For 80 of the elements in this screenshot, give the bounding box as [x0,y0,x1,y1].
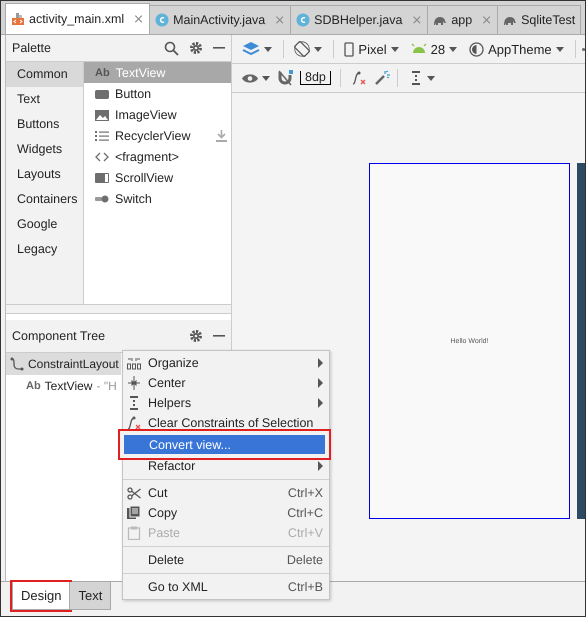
shortcut-label: Ctrl+V [288,526,323,540]
menu-item[interactable]: Center [123,373,329,393]
ab-icon: Ab [95,66,110,78]
settings-icon[interactable] [189,41,203,55]
theme-icon [469,42,484,56]
xml-file-icon [11,12,25,26]
tree-item-detail: - "H [96,379,117,393]
shortcut-label: Delete [286,553,323,567]
palette-category[interactable]: Text [6,87,83,112]
menu-item[interactable]: Helpers [123,393,329,413]
rotate-icon [294,41,310,57]
search-icon[interactable] [164,40,179,56]
helpers-icon [127,396,141,410]
clear-constraints-icon [127,416,141,430]
caret-icon [449,46,458,52]
palette-category[interactable]: Legacy [6,237,83,262]
settings-icon[interactable] [189,329,203,343]
palette-category[interactable]: Common [6,62,83,87]
shortcut-label: Ctrl+X [288,486,323,500]
panel-title: Component Tree [12,329,106,343]
tree-item[interactable]: Ab TextView - "H [6,375,121,397]
menu-item[interactable]: Go to XML Ctrl+B [123,577,329,597]
magnet-off-icon[interactable] [278,70,294,86]
caret-icon [390,46,399,52]
palette-item[interactable]: Switch [84,188,231,209]
palette-item[interactable]: ImageView [84,104,231,125]
phone-icon [344,42,354,56]
ab-icon: Ab [26,380,41,392]
image-icon [95,108,109,122]
submenu-arrow-icon [318,461,323,471]
palette-category[interactable]: Google [6,212,83,237]
caret-icon [262,76,270,80]
class-icon [155,13,170,27]
editor-tab[interactable]: Design [12,582,70,610]
file-tab[interactable]: SqliteTest [497,5,582,34]
palette-category[interactable]: Containers [6,187,83,212]
tree-item[interactable]: ConstraintLayout [6,353,121,375]
android-icon [410,43,427,55]
device-button[interactable]: Pixel [340,40,403,58]
caret-icon [426,76,435,80]
menu-item[interactable]: Delete Delete [123,550,329,570]
menu-item[interactable]: Convert view... [124,435,325,454]
class-icon [296,13,310,27]
editor-tab[interactable]: Text [69,582,112,610]
palette-category[interactable]: Widgets [6,137,83,162]
menu-item[interactable]: Refactor [123,456,329,476]
caret-icon [314,46,322,52]
palette-item[interactable]: Button [84,83,231,104]
palette-item[interactable]: RecyclerView [84,125,231,146]
palette-category[interactable]: Buttons [6,112,83,137]
close-icon[interactable]: × [133,12,144,26]
theme-button[interactable]: AppTheme [465,40,568,58]
caret-icon [264,46,272,52]
menu-item[interactable]: Organize [123,353,329,373]
file-tab[interactable]: activity_main.xml × [5,3,150,34]
organize-icon [127,356,141,370]
code-icon [95,150,109,164]
menu-item[interactable]: Cut Ctrl+X [123,483,329,503]
center-icon [127,376,141,390]
menu-item[interactable]: Copy Ctrl+C [123,503,329,523]
caret-icon [556,46,564,52]
layers-icon [242,41,260,57]
menu-item[interactable]: Clear Constraints of Selection [123,413,329,433]
api-level-button[interactable]: 28 [406,40,462,58]
palette-item[interactable]: <fragment> [84,146,231,167]
scroll-view-icon [95,170,109,184]
clipboard-icon [127,526,141,540]
list-icon [95,128,109,142]
constraint-icon [10,357,24,371]
default-margin-button[interactable]: 8dp [300,71,331,85]
magic-wand-icon[interactable] [374,70,390,86]
shortcut-label: Ctrl+B [288,580,323,594]
palette-item[interactable]: ScrollView [84,167,231,188]
palette-category[interactable]: Layouts [6,162,83,187]
copy-icon [127,506,141,520]
clear-constraints-icon[interactable] [352,71,366,85]
eye-icon [242,72,258,84]
shortcut-label: Ctrl+C [287,506,323,520]
panel-title: Palette [12,41,52,55]
scissors-icon [127,486,141,500]
